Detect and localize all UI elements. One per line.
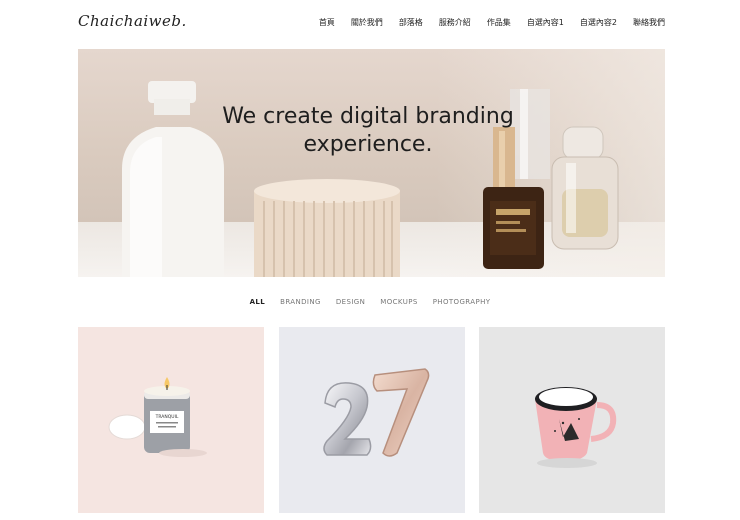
balloons-image xyxy=(323,368,430,457)
nav-item-custom-1[interactable]: 自選內容1 xyxy=(527,17,564,28)
nav-item-blog[interactable]: 部落格 xyxy=(399,17,423,28)
portfolio-item-candle[interactable]: TRANQUIL xyxy=(78,327,264,513)
filter-all[interactable]: ALL xyxy=(250,298,266,306)
portfolio-item-balloons[interactable] xyxy=(279,327,465,513)
hero-headline: We create digital branding experience. xyxy=(222,104,514,157)
nav-item-about[interactable]: 關於我們 xyxy=(351,17,383,28)
perfume-bottle-illustration xyxy=(551,126,619,250)
candle-label-text: TRANQUIL xyxy=(155,414,179,420)
nav-item-portfolio[interactable]: 作品集 xyxy=(487,17,511,28)
portfolio-item-mug[interactable] xyxy=(479,327,665,513)
site-logo[interactable]: Chaichaiweb. xyxy=(78,12,187,30)
portfolio-filter-bar: ALL BRANDING DESIGN MOCKUPS PHOTOGRAPHY xyxy=(0,298,740,306)
wooden-jar-illustration xyxy=(254,179,400,277)
nav-item-custom-2[interactable]: 自選內容2 xyxy=(580,17,617,28)
hero-product-image xyxy=(122,81,619,277)
mug-image xyxy=(535,387,617,468)
filter-photography[interactable]: PHOTOGRAPHY xyxy=(433,298,491,306)
main-nav: 首頁 關於我們 部落格 服務介紹 作品集 自選內容1 自選內容2 聯絡我們 xyxy=(319,17,665,28)
filter-branding[interactable]: BRANDING xyxy=(280,298,321,306)
nav-item-services[interactable]: 服務介紹 xyxy=(439,17,471,28)
filter-design[interactable]: DESIGN xyxy=(336,298,365,306)
filter-mockups[interactable]: MOCKUPS xyxy=(380,298,417,306)
nav-item-home[interactable]: 首頁 xyxy=(319,17,335,28)
hero-banner: We create digital branding experience. xyxy=(78,49,665,277)
candle-image: TRANQUIL xyxy=(108,377,207,457)
nav-item-contact[interactable]: 聯絡我們 xyxy=(633,17,665,28)
